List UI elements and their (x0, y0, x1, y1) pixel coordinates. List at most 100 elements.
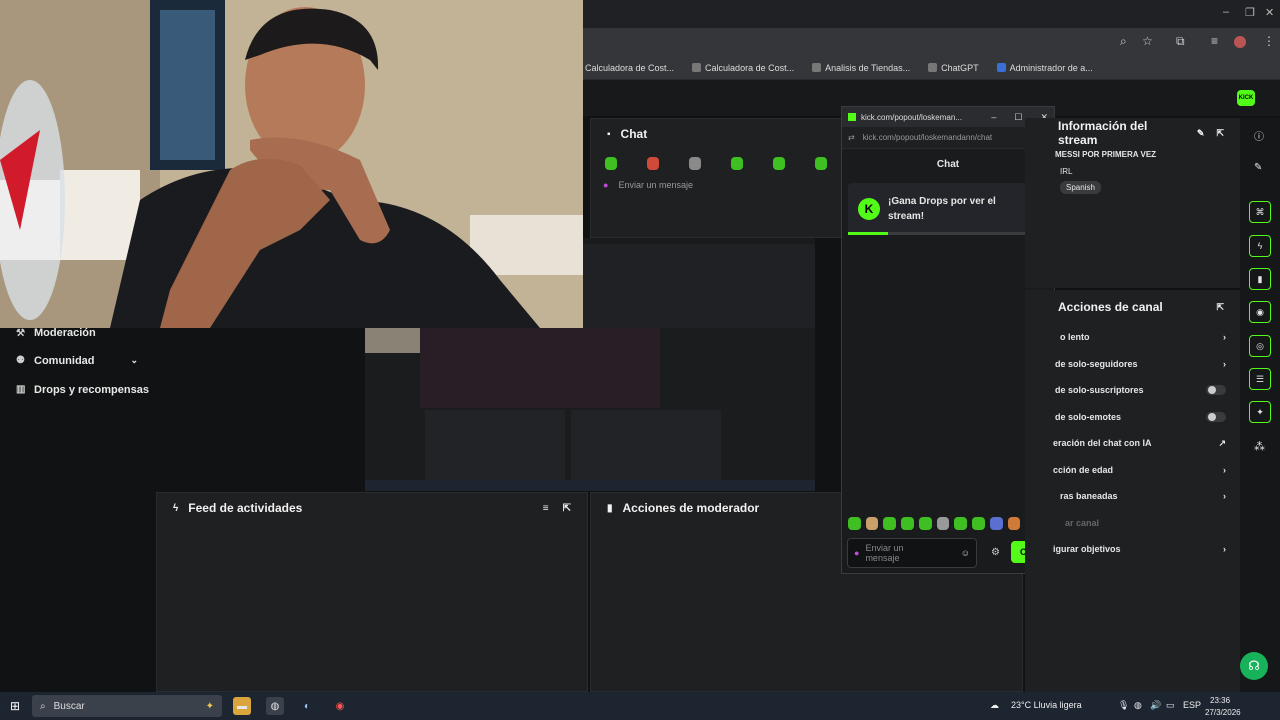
channel-action-age-restriction[interactable]: cción de edad › (1025, 457, 1240, 484)
channel-action-emotes-only[interactable]: de solo-emotes (1025, 404, 1240, 431)
popup-chat-tab[interactable]: Chat (842, 149, 1054, 179)
bookmark[interactable]: Calculadora de Cost... (692, 63, 794, 73)
taskbar-search-input[interactable]: ⌕ Buscar ✦ (32, 695, 222, 717)
channel-actions-panel: Acciones de canal ⇱ o lento › de solo-seg… (1025, 290, 1240, 692)
clock-date[interactable]: 27/3/2026 (1205, 708, 1241, 717)
star-icon[interactable]: ☆ (1142, 34, 1153, 48)
channel-action-subscribers-only[interactable]: de solo-suscriptores (1025, 377, 1240, 404)
emotes-only-toggle[interactable] (1206, 411, 1226, 422)
rail-button-crop[interactable]: ⌘ (1249, 201, 1271, 223)
file-explorer-icon[interactable]: ▬ (233, 697, 251, 715)
steam-icon[interactable]: ◐ (298, 697, 316, 715)
moderator-icon: ▮ (607, 502, 613, 514)
emote-icon[interactable] (848, 517, 861, 530)
chat-panel: ▪ Chat ● Enviar un mensaje (590, 118, 842, 238)
chatgpt-icon (928, 63, 938, 72)
emote-icon[interactable] (918, 517, 932, 530)
sidebar-item-moderation[interactable]: ⚒ Moderación (0, 327, 154, 339)
chrome-icon[interactable]: ◍ (266, 697, 284, 715)
extensions-icon[interactable]: ⧉ (1176, 34, 1185, 49)
profile-avatar[interactable] (1234, 36, 1246, 48)
subscribers-only-toggle[interactable] (1206, 385, 1226, 396)
bookmark[interactable]: Administrador de a... (996, 63, 1093, 73)
close-icon[interactable]: ✕ (1265, 6, 1274, 19)
emoji-icon[interactable]: ☺ (961, 548, 970, 558)
windows-start-icon[interactable]: ⊞ (10, 699, 20, 713)
maximize-icon[interactable]: ❐ (1245, 6, 1255, 19)
drops-text: ¡Gana Drops por ver el stream! (888, 196, 996, 222)
popout-icon[interactable]: ⇱ (1216, 302, 1224, 313)
info-icon[interactable]: ⓘ (1254, 128, 1264, 143)
sidebar-item-drops[interactable]: ▥ Drops y recompensas (0, 375, 154, 404)
emote-icon[interactable] (936, 517, 950, 530)
emote-icon[interactable] (815, 157, 827, 170)
popout-icon[interactable]: ⇱ (1216, 128, 1224, 139)
channel-action-slow-mode[interactable]: o lento › (1025, 324, 1240, 351)
stream-info-header: Información del stream ✎ ⇱ (1058, 119, 1224, 147)
rail-button-broadcast[interactable]: ◎ (1249, 335, 1271, 357)
emote-icon[interactable] (1007, 517, 1021, 530)
emote-icon[interactable] (773, 157, 785, 170)
minimize-icon[interactable]: – (1223, 6, 1229, 18)
rail-button-shield[interactable]: ▮ (1249, 268, 1271, 290)
microphone-icon[interactable]: ● (854, 548, 859, 558)
kick-logo-icon[interactable]: KICK (1237, 90, 1255, 106)
rail-button-wrench[interactable]: ✦ (1249, 401, 1271, 423)
maximize-icon[interactable]: ☐ (1014, 112, 1022, 123)
microphone-icon[interactable]: 🎙 (1118, 700, 1129, 711)
tray-app-icon[interactable]: ◍ (1134, 700, 1142, 711)
popout-icon[interactable]: ⇱ (563, 503, 571, 514)
bookmark[interactable]: Calculadora de Cost... (585, 63, 674, 73)
channel-action-clear[interactable]: ar canal (1025, 510, 1240, 537)
clock-time[interactable]: 23:36 (1210, 696, 1230, 705)
media-icon[interactable]: ≡ (1211, 34, 1218, 48)
emote-icon[interactable] (883, 517, 897, 530)
emote-icon[interactable] (954, 517, 968, 530)
edit-icon[interactable]: ✎ (1254, 162, 1262, 173)
channel-action-ai-moderation[interactable]: eración del chat con IA ↗ (1025, 430, 1240, 457)
popup-message-input[interactable]: ● Enviar un mensaje ☺ (847, 538, 977, 568)
chat-input[interactable]: ● Enviar un mensaje (591, 178, 841, 192)
sidebar-item-community[interactable]: ⚉ Comunidad ⌄ (0, 346, 154, 375)
emote-icon[interactable] (901, 517, 914, 530)
emote-icon[interactable] (731, 157, 743, 170)
support-headset-icon[interactable]: ☊ (1240, 652, 1268, 680)
weather-icon[interactable]: ☁ (990, 700, 999, 711)
edit-icon[interactable]: ✎ (1197, 128, 1205, 139)
emote-icon[interactable] (605, 157, 617, 170)
channel-action-goals[interactable]: igurar objetivos › (1025, 536, 1240, 563)
menu-icon[interactable]: ⋮ (1263, 34, 1275, 48)
activity-feed-title-group: ϟ Feed de actividades (173, 501, 303, 515)
bookmark[interactable]: Analisis de Tiendas... (812, 63, 910, 73)
channel-action-banned-words[interactable]: ras baneadas › (1025, 483, 1240, 510)
minimize-icon[interactable]: – (991, 112, 996, 123)
rail-button-chat[interactable]: ◉ (1249, 301, 1271, 323)
filter-icon[interactable]: ≡ (543, 503, 549, 514)
gear-icon[interactable]: ⚙ (991, 547, 1000, 558)
emote-icon[interactable] (647, 157, 659, 170)
language-indicator[interactable]: ESP (1183, 700, 1201, 710)
rail-button-lightning[interactable]: ϟ (1249, 235, 1271, 257)
chevron-right-icon: › (1223, 491, 1226, 502)
network-icon[interactable]: ▭ (1166, 700, 1175, 711)
site-settings-icon[interactable]: ⇄ (848, 133, 855, 142)
apps-icon[interactable]: ⁂ (1254, 440, 1265, 453)
volume-icon[interactable]: 🔊 (1150, 700, 1161, 711)
community-icon: ⚉ (16, 355, 25, 366)
emote-icon[interactable] (972, 517, 985, 530)
emote-icon[interactable] (865, 517, 879, 530)
channel-action-followers-only[interactable]: de solo-seguidores › (1025, 351, 1240, 378)
microphone-icon[interactable]: ● (603, 180, 608, 190)
bookmark[interactable]: ChatGPT (928, 63, 979, 73)
zoom-icon[interactable]: ⌕ (1120, 34, 1127, 49)
drops-banner[interactable]: K ¡Gana Drops por ver el stream! ⌄ (848, 183, 1048, 235)
chevron-right-icon: › (1223, 332, 1226, 343)
weather-text[interactable]: 23°C Lluvia ligera (1011, 700, 1082, 710)
sidebar: ⚒ Moderación ⚉ Comunidad ⌄ ▥ Drops y rec… (0, 327, 154, 692)
obs-icon[interactable]: ◉ (331, 697, 349, 715)
emote-icon[interactable] (989, 517, 1003, 530)
rail-button-list[interactable]: ☰ (1249, 368, 1271, 390)
webcam-overlay (0, 0, 583, 328)
popup-address-bar[interactable]: ⇄ kick.com/popout/loskemandann/chat (842, 127, 1054, 149)
emote-icon[interactable] (689, 157, 701, 170)
